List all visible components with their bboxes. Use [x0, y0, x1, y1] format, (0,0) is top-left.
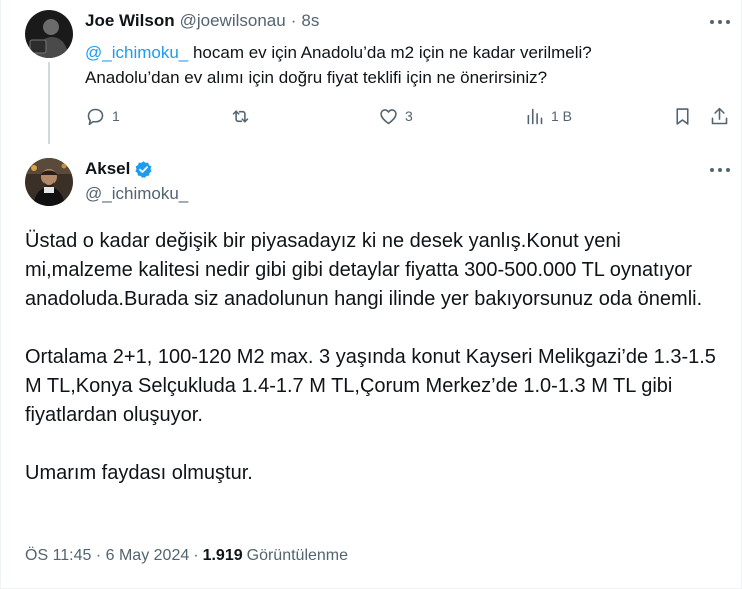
bookmark-icon [676, 107, 689, 125]
aksel-avatar[interactable] [25, 158, 73, 206]
joe-wilson-avatar[interactable] [25, 10, 73, 58]
tweet-timestamp[interactable]: ÖS 11:45 · 6 May 2024 [25, 547, 189, 565]
verified-badge-icon[interactable] [134, 160, 153, 179]
views-chart-icon [527, 108, 543, 124]
reply-more-icon[interactable] [710, 18, 732, 26]
main-author-name[interactable]: Aksel [85, 159, 130, 179]
reply-time[interactable]: 8s [301, 11, 319, 31]
views-label: Görüntülenme [246, 547, 349, 564]
main-author-handle[interactable]: @_ichimoku_ [85, 184, 188, 204]
reply-text-line1: hocam ev için Anadolu’da m2 için ne kada… [188, 43, 592, 62]
reply-author-name[interactable]: Joe Wilson [85, 11, 175, 31]
reply-text-line2: Anadolu’dan ev alımı için doğru fiyat te… [85, 68, 548, 87]
share-icon [711, 107, 728, 124]
tweet-thread: Joe Wilson @joewilsonau · 8s @_ichimoku_… [0, 0, 742, 589]
share-button[interactable] [709, 104, 730, 128]
tweet-paragraph-2: Ortalama 2+1, 100-120 M2 max. 3 yaşında … [25, 346, 716, 426]
reply-header: Joe Wilson @joewilsonau · 8s [85, 11, 319, 31]
bookmark-button[interactable] [672, 104, 693, 128]
mention-link[interactable]: @_ichimoku_ [85, 43, 188, 62]
retweet-icon [232, 109, 249, 123]
main-tweet-body: Üstad o kadar değişik bir piyasadayız ki… [25, 227, 725, 517]
tweet-paragraph-3: Umarım faydası olmuştur. [25, 462, 253, 484]
comment-icon [87, 108, 104, 125]
views-total: 1.919 [202, 547, 243, 564]
reply-count: 1 [112, 108, 120, 124]
reply-body: @_ichimoku_ hocam ev için Anadolu’da m2 … [85, 40, 725, 90]
retweet-button[interactable] [230, 104, 257, 128]
thread-connector-line [48, 62, 50, 144]
main-author-row: Aksel [85, 159, 153, 179]
tweet-meta: ÖS 11:45 · 6 May 2024 · 1.919 Görüntülen… [25, 547, 348, 565]
tweet-paragraph-1: Üstad o kadar değişik bir piyasadayız ki… [25, 230, 703, 310]
heart-icon [380, 108, 397, 124]
header-separator: · [290, 11, 297, 30]
views-button[interactable]: 1 B [524, 104, 572, 128]
like-button[interactable]: 3 [378, 104, 413, 128]
reply-button[interactable]: 1 [85, 104, 120, 128]
main-more-icon[interactable] [710, 166, 732, 174]
reply-author-handle[interactable]: @joewilsonau [180, 11, 286, 31]
like-count: 3 [405, 108, 413, 124]
meta-separator: · [193, 547, 199, 564]
views-count: 1 B [551, 108, 573, 124]
